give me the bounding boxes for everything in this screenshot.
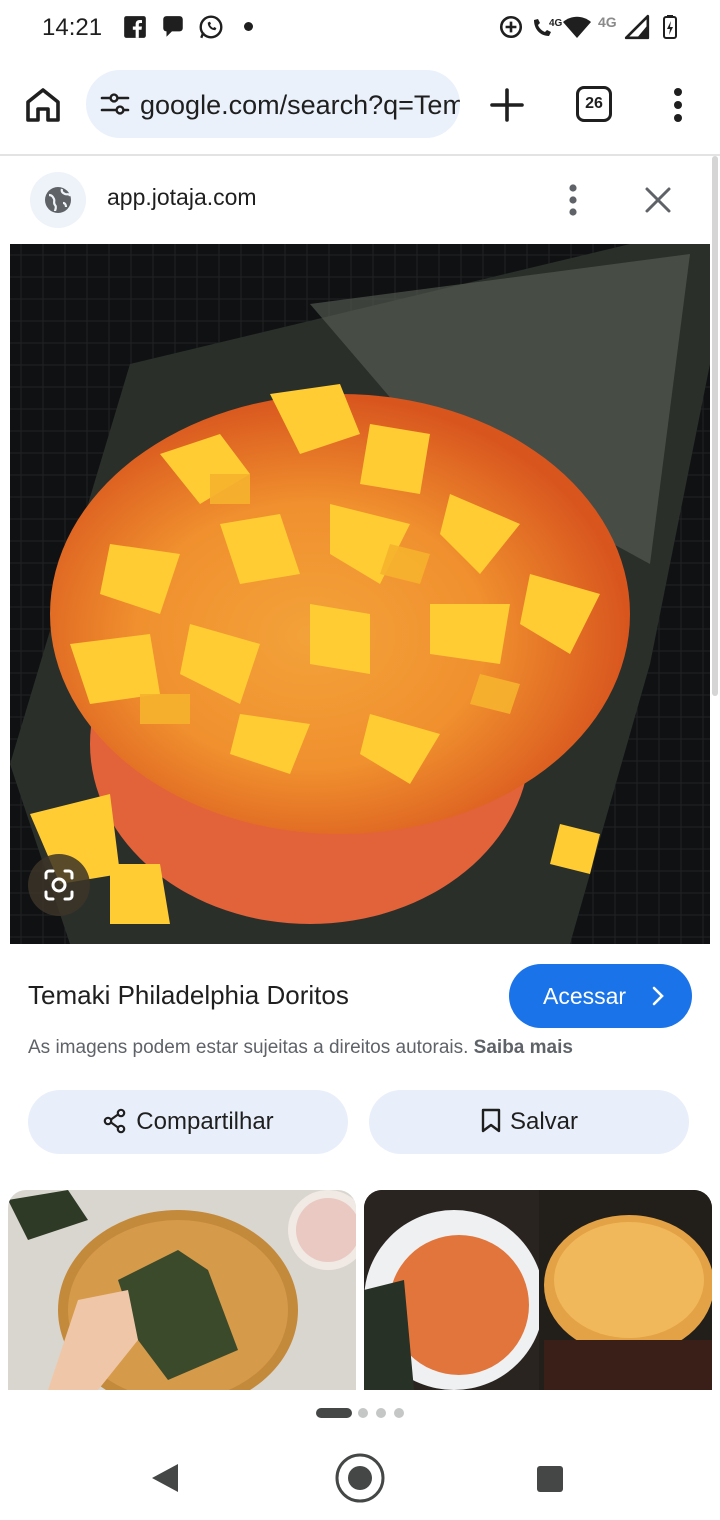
status-bar: 14:21 4G 4G [0,0,720,58]
share-button[interactable]: Compartilhar [28,1090,348,1154]
data-saver-icon [498,14,524,40]
volte-call-icon: 4G [530,14,564,40]
page-indicator [358,1408,368,1418]
main-result-image[interactable] [10,244,710,944]
facebook-icon [122,14,148,40]
site-favicon [30,172,86,228]
save-button[interactable]: Salvar [369,1090,689,1154]
share-icon [103,1108,126,1133]
browser-toolbar: google.com/search?q=Temaki 26 [0,58,720,156]
bookmark-icon [481,1108,501,1132]
notification-dot-icon [244,22,253,31]
battery-charging-icon [660,14,680,40]
scrollbar[interactable] [712,156,718,696]
new-tab-icon[interactable] [486,84,528,126]
address-bar[interactable]: google.com/search?q=Temaki [86,70,460,138]
page-indicator-active [316,1408,352,1418]
chat-bubble-icon [160,14,186,40]
system-navigation-bar [0,1430,720,1520]
source-domain[interactable]: app.jotaja.com [107,184,257,211]
back-icon[interactable] [150,1462,180,1499]
copyright-notice: As imagens podem estar sujeitas a direit… [28,1037,573,1058]
visit-button-label: Acessar [543,983,627,1009]
status-time: 14:21 [42,14,103,41]
learn-more-link[interactable]: Saiba mais [474,1037,573,1058]
page-indicator [376,1408,386,1418]
share-button-label: Compartilhar [136,1108,274,1135]
home-nav-icon[interactable] [334,1452,386,1509]
related-image-1[interactable] [8,1190,356,1390]
tab-switcher-button[interactable]: 26 [576,86,612,122]
recents-icon[interactable] [536,1465,564,1498]
wifi-icon [562,14,592,40]
related-image-2[interactable] [364,1190,712,1390]
url-text: google.com/search?q=Temaki [140,90,460,120]
svg-text:4G: 4G [549,18,563,29]
page-indicator [394,1408,404,1418]
close-icon[interactable] [640,182,676,218]
globe-icon [45,187,72,213]
panel-more-icon[interactable] [560,180,586,220]
home-icon[interactable] [22,84,64,126]
whatsapp-icon [198,14,224,40]
image-panel-header: app.jotaja.com [0,156,712,244]
chevron-right-icon [652,986,664,1006]
google-lens-button[interactable] [28,854,90,916]
signal-icon [624,14,650,40]
site-settings-icon[interactable] [100,92,130,116]
visit-button[interactable]: Acessar [509,964,692,1028]
image-title: Temaki Philadelphia Doritos [28,980,349,1010]
save-button-label: Salvar [509,1108,579,1135]
more-options-icon[interactable] [664,84,692,126]
network-type-label: 4G [598,14,617,30]
lens-icon [44,869,74,901]
